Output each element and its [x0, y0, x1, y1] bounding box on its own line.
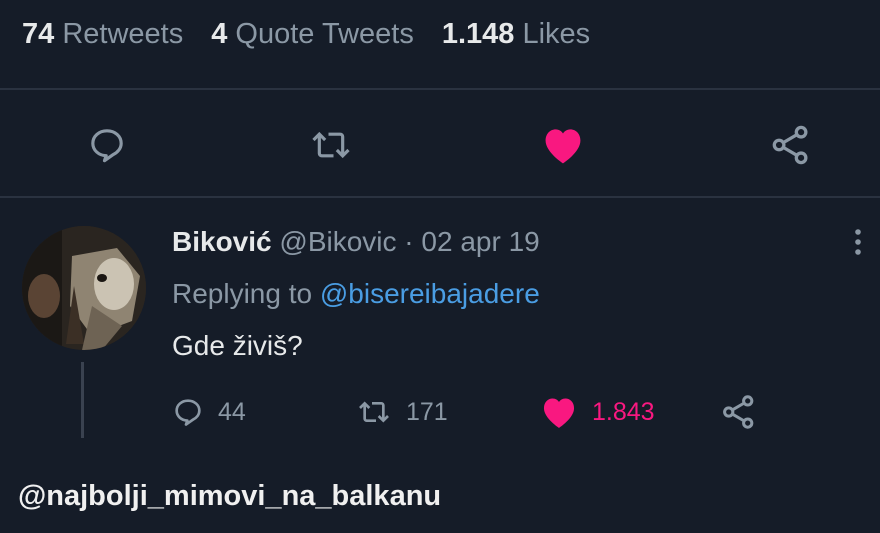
replying-to-line: Replying to @bisereibajadere — [172, 278, 540, 310]
share-icon — [772, 125, 808, 165]
avatar-image — [22, 226, 146, 350]
quote-tweets-stat[interactable]: 4 Quote Tweets — [211, 18, 414, 51]
divider — [0, 88, 880, 90]
like-count: 1.843 — [592, 397, 655, 426]
like-button[interactable] — [536, 118, 590, 172]
tweet-text: Gde živiš? — [172, 330, 303, 361]
comment-icon — [175, 399, 201, 426]
watermark-handle: @najbolji_mimovi_na_balkanu — [18, 480, 442, 512]
retweet-icon — [359, 401, 389, 423]
reply-share-button[interactable] — [720, 390, 758, 434]
retweet-icon — [312, 131, 350, 159]
retweet-count: 171 — [406, 397, 448, 426]
reply-like-button[interactable]: 1.843 — [540, 390, 655, 434]
engagement-stats: 74 Retweets 4 Quote Tweets 1.148 Likes — [22, 18, 618, 51]
reply-retweet-button[interactable]: 171 — [356, 390, 448, 434]
user-handle[interactable]: @Bikovic — [279, 226, 396, 257]
more-vertical-icon — [855, 229, 861, 255]
likes-stat[interactable]: 1.148 Likes — [442, 18, 590, 51]
tweet-action-bar — [0, 118, 880, 172]
replying-to-handle[interactable]: @bisereibajadere — [320, 278, 540, 309]
more-options-button[interactable] — [848, 222, 868, 262]
share-button[interactable] — [764, 118, 818, 172]
tweet-date[interactable]: 02 apr 19 — [421, 226, 539, 257]
divider — [0, 196, 880, 198]
reply-comment-button[interactable]: 44 — [172, 390, 246, 434]
separator-dot: · — [404, 226, 414, 257]
comment-button[interactable] — [80, 118, 134, 172]
display-name[interactable]: Biković — [172, 226, 272, 257]
retweets-stat[interactable]: 74 Retweets — [22, 18, 183, 51]
reply-action-bar: 44 171 1.843 — [172, 390, 792, 434]
comment-count: 44 — [218, 397, 246, 426]
heart-icon-filled — [545, 129, 581, 164]
reply-header: Biković @Bikovic · 02 apr 19 — [172, 226, 540, 258]
avatar[interactable] — [22, 226, 146, 350]
comment-icon — [91, 129, 123, 163]
share-icon — [723, 395, 754, 429]
replying-to-label: Replying to — [172, 278, 313, 309]
heart-icon-filled — [543, 398, 575, 428]
retweet-button[interactable] — [304, 118, 358, 172]
thread-line — [81, 362, 84, 438]
